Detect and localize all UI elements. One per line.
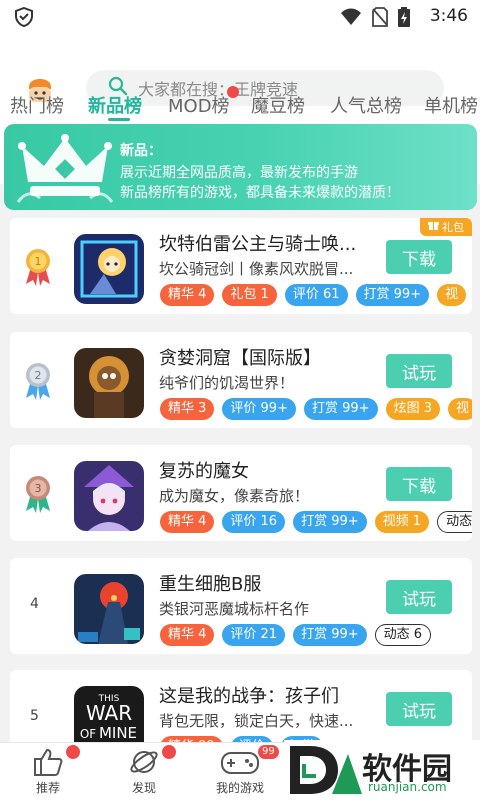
tag[interactable]: 打赏 99+ xyxy=(293,511,367,533)
wifi-icon xyxy=(340,8,362,30)
banner-heading: 新品： xyxy=(120,143,162,159)
tag[interactable]: 精华 4 xyxy=(160,624,215,646)
rank-medal-icon: 1 xyxy=(24,248,52,286)
tag[interactable]: 打赏 99+ xyxy=(355,284,430,306)
rank-number: 5 xyxy=(30,708,39,724)
nav-badge: 99 xyxy=(258,745,279,759)
rank-medal-icon: 3 xyxy=(24,475,52,513)
nav-dot xyxy=(66,745,80,759)
nav-recommend[interactable]: 推荐 xyxy=(0,743,96,801)
gamepad-icon xyxy=(220,747,260,781)
icon-text: OF xyxy=(80,727,96,741)
nav-label: 推荐 xyxy=(35,781,60,795)
trial-button[interactable]: 试玩 xyxy=(386,354,452,388)
trial-button[interactable]: 试玩 xyxy=(386,580,452,614)
banner-line-2: 新品榜所有的游戏，都具备未来爆款的潜质！ xyxy=(120,185,400,201)
game-desc: 坎公骑冠剑丨像素风欢脱冒... xyxy=(159,260,354,278)
watermark-url: ruanjian.com xyxy=(368,780,447,794)
game-title: 贪婪洞窟【国际版】 xyxy=(159,348,321,369)
app-icon[interactable] xyxy=(74,574,144,644)
tag[interactable]: 视 xyxy=(437,284,467,306)
new-games-banner: 新品： 展示近期全网品质高，最新发布的手游 新品榜所有的游戏，都具备未来爆款的潜… xyxy=(4,124,477,210)
tag[interactable]: 动态 xyxy=(437,511,472,533)
download-button[interactable]: 下载 xyxy=(386,467,452,501)
watermark-logo-icon xyxy=(288,744,362,800)
tab-new[interactable]: 新品榜 xyxy=(88,92,142,118)
battery-icon xyxy=(398,7,410,31)
tab-mod-dot xyxy=(227,86,239,98)
game-desc: 纯爷们的饥渴世界！ xyxy=(159,374,295,392)
tag[interactable]: 打赏 99+ xyxy=(303,398,378,420)
tab-modou[interactable]: 魔豆榜 xyxy=(251,92,305,118)
tag[interactable]: 评价 21 xyxy=(222,624,286,646)
shield-check-icon xyxy=(14,6,34,31)
tag[interactable]: 打赏 99+ xyxy=(293,624,367,646)
nav-label: 发现 xyxy=(131,781,156,795)
rank-number: 4 xyxy=(30,596,39,612)
watermark: 软件园 ruanjian.com xyxy=(284,740,480,800)
game-card[interactable]: 4 重生细胞B服 类银河恶魔城标杆名作 精华 4 评价 21 打赏 99+ 动态… xyxy=(10,558,472,654)
tag-list: 精华 4 礼包 1 评价 61 打赏 99+ 视 xyxy=(160,284,472,306)
game-card[interactable]: 3 复苏的魔女 成为魔女，像素奇旅！ 精华 4 评价 16 打赏 99+ 视频 … xyxy=(10,445,472,541)
game-title: 这是我的战争：孩子们 xyxy=(159,686,339,707)
game-desc: 成为魔女，像素奇旅！ xyxy=(159,487,310,505)
planet-icon xyxy=(128,747,160,781)
nav-discover[interactable]: 发现 xyxy=(96,743,192,801)
tag[interactable]: 动态 6 xyxy=(374,624,432,646)
status-time: 3:46 xyxy=(429,6,468,26)
crown-icon xyxy=(16,132,114,210)
tag[interactable]: 视 xyxy=(447,398,472,420)
tag[interactable]: 精华 4 xyxy=(160,284,215,306)
tab-mod[interactable]: MOD榜 xyxy=(168,92,230,118)
thumbs-up-icon xyxy=(32,747,64,781)
tab-popular[interactable]: 人气总榜 xyxy=(330,92,402,118)
tag[interactable]: 炫图 3 xyxy=(385,398,440,420)
download-button[interactable]: 下载 xyxy=(386,240,452,274)
tag-list: 精华 4 评价 21 打赏 99+ 动态 6 xyxy=(160,624,472,646)
tag[interactable]: 视频 1 xyxy=(374,511,430,533)
tab-active-indicator xyxy=(108,118,130,121)
icon-text: WAR xyxy=(86,701,132,725)
game-card[interactable]: 礼包 1 坎特伯雷公主与骑士唤... 坎公骑冠剑丨像素风欢脱冒... 精华 4 … xyxy=(10,218,472,314)
app-icon[interactable] xyxy=(74,234,144,304)
tag[interactable]: 评价 99+ xyxy=(222,398,296,420)
banner-line-1: 展示近期全网品质高，最新发布的手游 xyxy=(120,165,358,181)
gift-badge: 礼包 xyxy=(420,218,472,236)
no-sim-icon xyxy=(372,7,388,31)
tag-list: 精华 4 评价 16 打赏 99+ 视频 1 动态 xyxy=(160,511,472,533)
game-title: 坎特伯雷公主与骑士唤... xyxy=(159,234,357,255)
nav-dot xyxy=(162,745,176,759)
game-title: 复苏的魔女 xyxy=(159,461,249,482)
icon-text: MINE xyxy=(99,724,137,742)
game-title: 重生细胞B服 xyxy=(159,574,262,595)
rank-number: 2 xyxy=(35,369,42,382)
nav-my-games[interactable]: 99 我的游戏 xyxy=(192,743,288,801)
tag[interactable]: 评价 61 xyxy=(284,284,348,306)
tag[interactable]: 精华 4 xyxy=(160,511,215,533)
tag[interactable]: 精华 3 xyxy=(160,398,215,420)
status-bar: 3:46 xyxy=(0,0,480,34)
game-card[interactable]: 2 贪婪洞窟【国际版】 纯爷们的饥渴世界！ 精华 3 评价 99+ 打赏 99+… xyxy=(10,332,472,428)
rank-number: 1 xyxy=(35,255,42,268)
app-icon[interactable] xyxy=(74,348,144,418)
tag[interactable]: 评价 16 xyxy=(222,511,286,533)
rank-number: 3 xyxy=(35,482,42,495)
trial-button[interactable]: 试玩 xyxy=(386,692,452,726)
gift-icon xyxy=(428,220,439,234)
tab-single[interactable]: 单机榜 xyxy=(424,92,478,118)
game-desc: 背包无限，锁定白天，快速... xyxy=(159,712,354,730)
app-icon[interactable] xyxy=(74,461,144,531)
rank-medal-icon: 2 xyxy=(24,362,52,400)
tab-hot[interactable]: 热门榜 xyxy=(10,92,64,118)
nav-label: 我的游戏 xyxy=(215,781,264,795)
game-desc: 类银河恶魔城标杆名作 xyxy=(159,600,310,618)
tag[interactable]: 礼包 1 xyxy=(222,284,277,306)
tag-list: 精华 3 评价 99+ 打赏 99+ 炫图 3 视 xyxy=(160,398,472,420)
